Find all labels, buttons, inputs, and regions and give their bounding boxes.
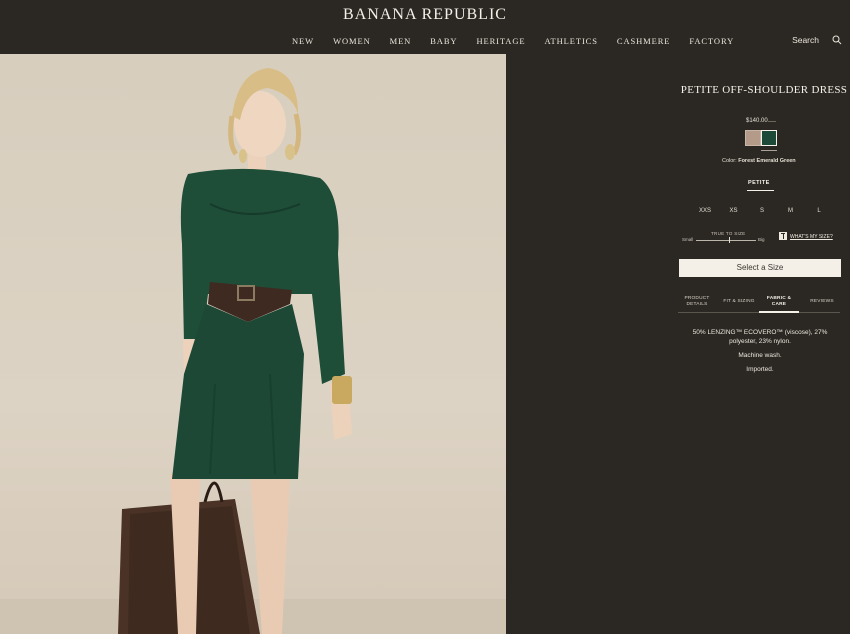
nav-item-baby[interactable]: BABY [430, 36, 457, 46]
tab-product-details[interactable]: PRODUCT DETAILS [678, 296, 716, 308]
nav-item-women[interactable]: WOMEN [333, 36, 371, 46]
size-guide-icon[interactable] [779, 232, 787, 240]
size-option-xxs[interactable]: XXS [692, 208, 718, 214]
fit-scale-min-label: Small [682, 237, 694, 242]
size-option-m[interactable]: M [778, 208, 804, 214]
product-price: $140.00 [746, 118, 768, 124]
size-option-l[interactable]: L [806, 208, 832, 214]
care-instructions: Machine wash. [738, 352, 782, 359]
nav-item-factory[interactable]: FACTORY [689, 36, 734, 46]
fit-tab-underline [747, 190, 774, 191]
nav-item-cashmere[interactable]: CASHMERE [617, 36, 671, 46]
whats-my-size-link[interactable]: WHAT'S MY SIZE? [790, 234, 833, 240]
site-header: BANANA REPUBLIC NEW WOMEN MEN BABY HERIT… [0, 0, 850, 54]
origin-info: Imported. [746, 366, 774, 373]
fit-scale-marker [729, 237, 730, 243]
nav-item-new[interactable]: NEW [292, 36, 314, 46]
nav-item-heritage[interactable]: HERITAGE [476, 36, 525, 46]
size-selector: XXS XS S M L [692, 208, 832, 214]
nav-item-men[interactable]: MEN [390, 36, 412, 46]
product-title: PETITE OFF-SHOULDER DRESS [680, 84, 848, 96]
price-divider [768, 121, 776, 122]
brand-logo[interactable]: BANANA REPUBLIC [0, 6, 850, 24]
product-details-panel: PETITE OFF-SHOULDER DRESS $140.00 Color:… [506, 54, 850, 634]
active-tab-indicator [759, 311, 799, 313]
tab-fabric-care[interactable]: FABRIC & CARE [762, 296, 796, 308]
select-size-button[interactable]: Select a Size [679, 259, 841, 277]
color-name: Forest Emerald Green [738, 158, 796, 164]
color-swatch-2-selected[interactable] [761, 130, 777, 146]
size-option-s[interactable]: S [749, 208, 775, 214]
color-swatch-1[interactable] [745, 130, 761, 146]
tab-reviews[interactable]: REVIEWS [804, 299, 840, 305]
model-illustration [0, 68, 506, 634]
fabric-composition: 50% LENZING™ ECOVERO™ (viscose), 27% pol… [692, 329, 828, 345]
fit-tab-petite[interactable]: PETITE [748, 180, 770, 186]
tab-fit-sizing[interactable]: FIT & SIZING [720, 299, 758, 305]
search-icon[interactable] [832, 35, 842, 45]
fit-scale-bar [696, 240, 756, 241]
fit-scale-max-label: Big [758, 237, 765, 242]
selected-swatch-indicator [761, 150, 777, 151]
fit-scale-label: TRUE TO SIZE [711, 231, 746, 236]
color-label-prefix: Color: [722, 158, 737, 164]
search-link[interactable]: Search [792, 35, 819, 45]
product-image[interactable] [0, 54, 506, 634]
nav-item-athletics[interactable]: ATHLETICS [544, 36, 597, 46]
main-nav: NEW WOMEN MEN BABY HERITAGE ATHLETICS CA… [292, 36, 753, 46]
size-option-xs[interactable]: XS [721, 208, 747, 214]
color-label: Color: Forest Emerald Green [722, 158, 796, 164]
